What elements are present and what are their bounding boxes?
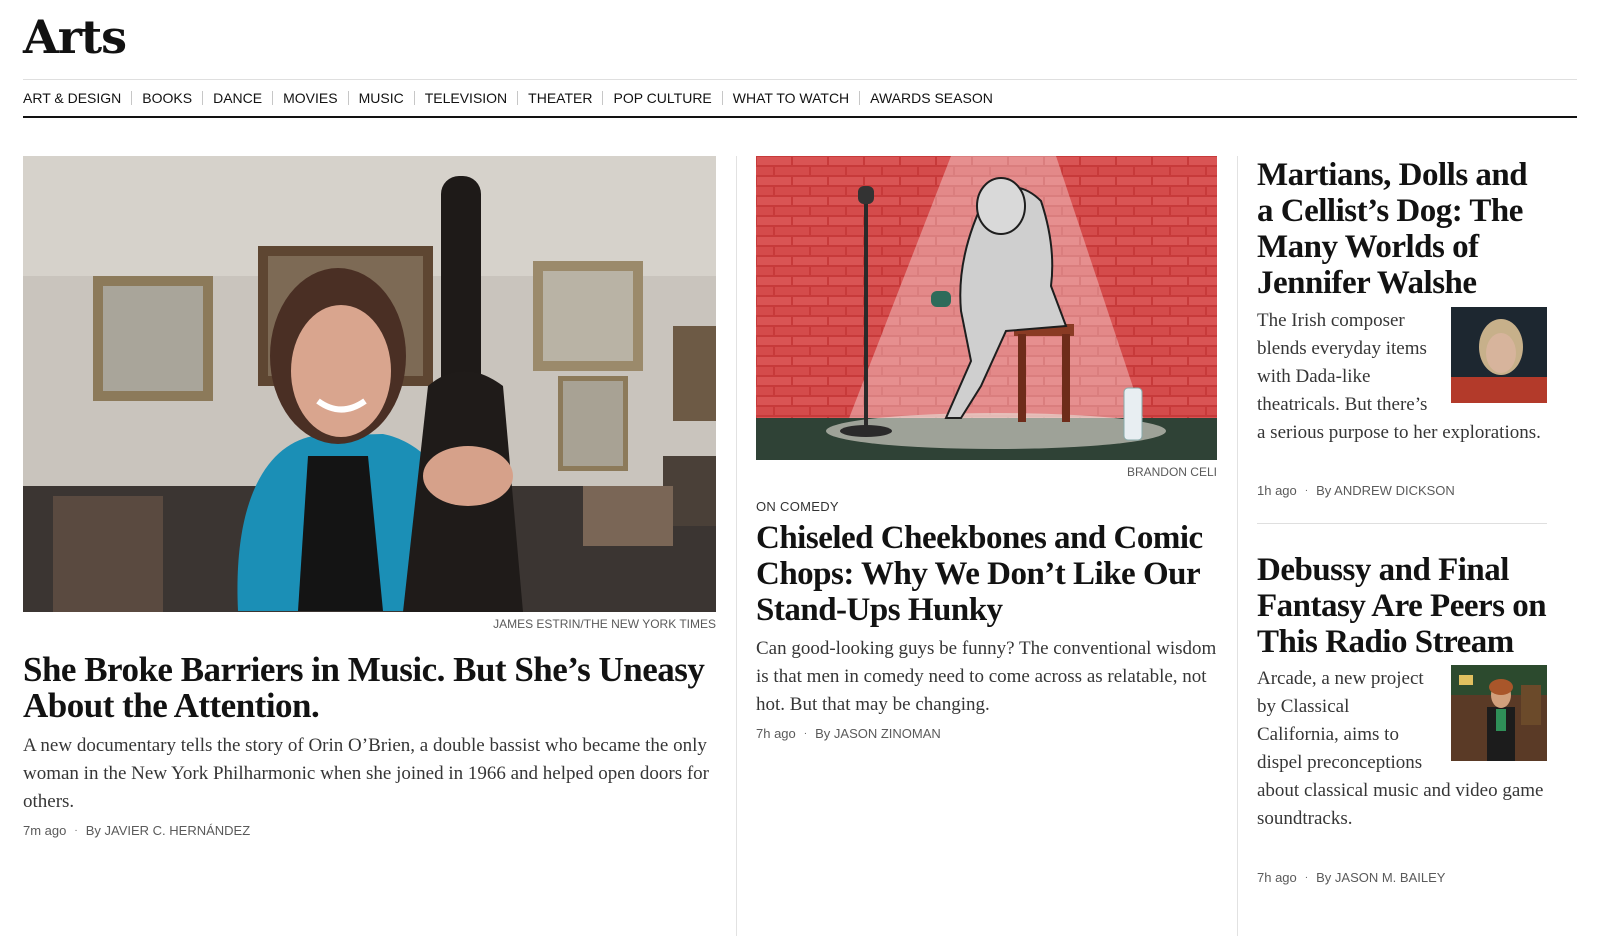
bullet-icon: · bbox=[803, 728, 808, 739]
bullet-icon: · bbox=[1304, 485, 1309, 496]
right-top-thumbnail[interactable] bbox=[1451, 307, 1547, 403]
section-title[interactable]: Arts bbox=[23, 10, 127, 64]
nav-item-awards-season[interactable]: AWARDS SEASON bbox=[859, 91, 1003, 105]
nav-item-music[interactable]: MUSIC bbox=[347, 91, 414, 105]
middle-illustration-credit: BRANDON CELI bbox=[1126, 465, 1217, 479]
nav-item-books[interactable]: BOOKS bbox=[131, 91, 202, 105]
nav-item-pop-culture[interactable]: POP CULTURE bbox=[602, 91, 721, 105]
nav-divider bbox=[23, 116, 1577, 118]
timestamp: 1h ago bbox=[1257, 483, 1297, 498]
middle-meta: 7h ago · By JASON ZINOMAN bbox=[756, 726, 941, 741]
byline: By ANDREW DICKSON bbox=[1316, 483, 1455, 498]
middle-story-illustration[interactable] bbox=[756, 156, 1217, 460]
timestamp: 7m ago bbox=[23, 823, 67, 838]
right-top-summary-block: The Irish composer blends everyday items… bbox=[1257, 307, 1547, 447]
byline: By JAVIER C. HERNÁNDEZ bbox=[85, 823, 251, 838]
nav-item-art-design[interactable]: ART & DESIGN bbox=[23, 91, 131, 105]
nav-item-what-to-watch[interactable]: WHAT TO WATCH bbox=[721, 91, 859, 105]
middle-summary[interactable]: Can good-looking guys be funny? The conv… bbox=[756, 635, 1217, 719]
right-top-headline[interactable]: Martians, Dolls and a Cellist’s Dog: The… bbox=[1257, 157, 1547, 301]
middle-headline[interactable]: Chiseled Cheekbones and Comic Chops: Why… bbox=[756, 520, 1217, 628]
right-bottom-summary-block: Arcade, a new project by Classical Calif… bbox=[1257, 665, 1547, 833]
nav-item-theater[interactable]: THEATER bbox=[517, 91, 602, 105]
nav-item-movies[interactable]: MOVIES bbox=[272, 91, 347, 105]
timestamp: 7h ago bbox=[1257, 870, 1297, 885]
byline: By JASON M. BAILEY bbox=[1316, 870, 1446, 885]
middle-kicker[interactable]: ON COMEDY bbox=[756, 499, 839, 514]
story-divider bbox=[1257, 523, 1547, 524]
nav-item-television[interactable]: TELEVISION bbox=[413, 91, 517, 105]
lead-headline[interactable]: She Broke Barriers in Music. But She’s U… bbox=[23, 652, 716, 724]
right-top-meta: 1h ago · By ANDREW DICKSON bbox=[1257, 483, 1455, 498]
nav-item-dance[interactable]: DANCE bbox=[202, 91, 272, 105]
lead-summary[interactable]: A new documentary tells the story of Ori… bbox=[23, 732, 716, 816]
lead-story-photo[interactable] bbox=[23, 156, 716, 612]
column-divider bbox=[736, 156, 737, 936]
bullet-icon: · bbox=[74, 825, 78, 836]
right-bottom-meta: 7h ago · By JASON M. BAILEY bbox=[1257, 870, 1445, 885]
lead-photo-credit: JAMES ESTRIN/THE NEW YORK TIMES bbox=[493, 617, 716, 631]
lead-meta: 7m ago · By JAVIER C. HERNÁNDEZ bbox=[23, 823, 250, 838]
top-divider bbox=[23, 79, 1577, 80]
column-divider bbox=[1237, 156, 1238, 936]
section-nav: ART & DESIGN BOOKS DANCE MOVIES MUSIC TE… bbox=[23, 88, 1003, 108]
right-bottom-thumbnail[interactable] bbox=[1451, 665, 1547, 761]
right-bottom-headline[interactable]: Debussy and Final Fantasy Are Peers on T… bbox=[1257, 552, 1547, 660]
byline: By JASON ZINOMAN bbox=[815, 726, 941, 741]
bullet-icon: · bbox=[1304, 872, 1309, 883]
timestamp: 7h ago bbox=[756, 726, 796, 741]
